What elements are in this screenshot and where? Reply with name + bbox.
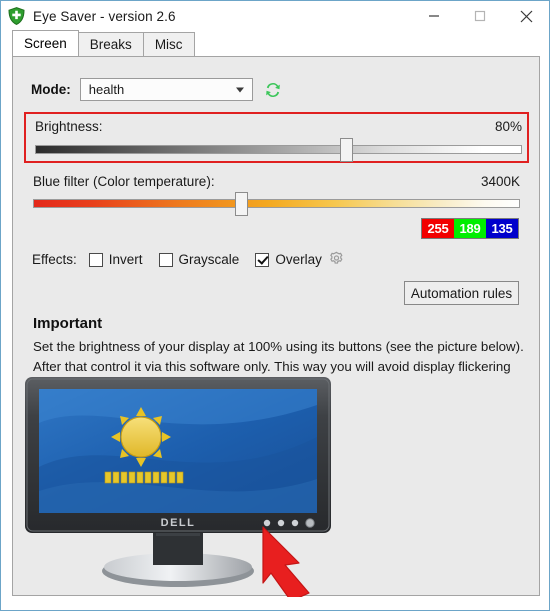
checkbox-overlay-label: Overlay bbox=[275, 252, 322, 267]
checkbox-invert[interactable]: Invert bbox=[88, 252, 143, 267]
tab-breaks-label: Breaks bbox=[89, 37, 132, 52]
monitor-illustration: DELL bbox=[13, 375, 541, 597]
tab-breaks[interactable]: Breaks bbox=[77, 32, 144, 56]
tab-screen[interactable]: Screen bbox=[12, 30, 79, 56]
tab-misc-label: Misc bbox=[154, 37, 183, 52]
app-window: Eye Saver - version 2.6 Screen Breaks Mi… bbox=[0, 0, 550, 611]
close-button[interactable] bbox=[503, 1, 549, 31]
checkbox-grayscale[interactable]: Grayscale bbox=[158, 252, 240, 267]
refresh-icon[interactable] bbox=[263, 80, 283, 100]
checkbox-overlay-box[interactable] bbox=[255, 252, 270, 267]
tab-screen-label: Screen bbox=[24, 36, 67, 51]
checkbox-invert-box[interactable] bbox=[88, 252, 103, 267]
brightness-label: Brightness: bbox=[35, 119, 103, 134]
checkbox-overlay[interactable]: Overlay bbox=[255, 252, 322, 267]
mode-dropdown[interactable]: health bbox=[79, 78, 253, 101]
chevron-down-icon bbox=[235, 87, 244, 92]
effects-row: Effects: Invert Grayscale Overlay bbox=[32, 251, 345, 268]
gear-icon[interactable] bbox=[328, 251, 345, 268]
rgb-blue-value: 135 bbox=[486, 219, 518, 238]
blue-filter-label: Blue filter (Color temperature): bbox=[33, 174, 215, 189]
automation-rules-button[interactable]: Automation rules bbox=[404, 281, 519, 305]
tab-strip: Screen Breaks Misc bbox=[12, 30, 549, 56]
screen-tab-panel: Mode: health Brightness: 80% Blue filter… bbox=[12, 56, 541, 597]
brightness-label-row: Brightness: 80% bbox=[35, 119, 522, 134]
checkbox-invert-label: Invert bbox=[108, 252, 143, 267]
rgb-preview: 255 189 135 bbox=[421, 218, 519, 239]
sun-brightness-icon bbox=[111, 407, 171, 467]
checkbox-grayscale-label: Grayscale bbox=[178, 252, 240, 267]
monitor-brand-label: DELL bbox=[161, 517, 196, 529]
maximize-button[interactable] bbox=[457, 1, 503, 31]
effects-label: Effects: bbox=[32, 252, 77, 267]
rgb-green-value: 189 bbox=[454, 219, 486, 238]
brightness-slider[interactable] bbox=[35, 138, 522, 162]
blue-filter-slider-thumb[interactable] bbox=[235, 192, 248, 216]
brightness-highlight-box: Brightness: 80% bbox=[24, 112, 529, 163]
rgb-red-value: 255 bbox=[422, 219, 454, 238]
title-bar: Eye Saver - version 2.6 bbox=[1, 1, 549, 31]
important-heading: Important bbox=[33, 315, 103, 332]
tab-misc[interactable]: Misc bbox=[142, 32, 195, 56]
minimize-button[interactable] bbox=[411, 1, 457, 31]
window-controls bbox=[411, 1, 549, 31]
mode-row: Mode: health bbox=[31, 78, 283, 101]
blue-filter-label-row: Blue filter (Color temperature): 3400K bbox=[33, 174, 520, 189]
brightness-value: 80% bbox=[494, 119, 522, 134]
blue-filter-value: 3400K bbox=[480, 174, 520, 189]
mode-label: Mode: bbox=[31, 82, 71, 97]
blue-filter-slider[interactable] bbox=[33, 192, 520, 216]
mode-selected-value: health bbox=[88, 82, 125, 97]
shield-icon bbox=[8, 7, 25, 25]
red-arrow-icon bbox=[262, 526, 310, 597]
checkbox-grayscale-box[interactable] bbox=[158, 252, 173, 267]
window-title: Eye Saver - version 2.6 bbox=[33, 8, 176, 24]
brightness-slider-thumb[interactable] bbox=[340, 138, 353, 162]
